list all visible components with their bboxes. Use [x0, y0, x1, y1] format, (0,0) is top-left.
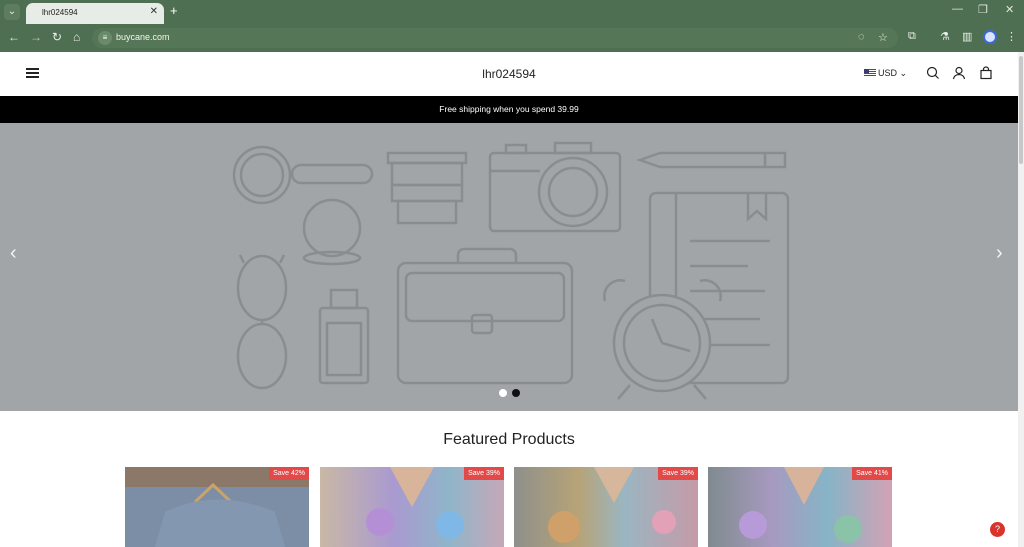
address-bar[interactable]: ≡ buycane.com ◌ ☆ [92, 28, 898, 48]
side-panel-icon[interactable]: ▥ [962, 30, 972, 43]
discount-badge: Save 39% [658, 467, 698, 480]
glasses-icon [236, 254, 288, 390]
cart-bag-icon[interactable] [979, 66, 993, 80]
page-scrollbar[interactable] [1018, 52, 1024, 547]
account-icon[interactable] [952, 66, 966, 80]
bookmark-star-icon[interactable]: ☆ [878, 31, 888, 44]
magnifier-icon [232, 145, 374, 205]
perfume-bottle-icon [318, 288, 370, 385]
new-tab-plus-icon[interactable]: + [170, 3, 178, 18]
discount-badge: Save 39% [464, 467, 504, 480]
flask-icon[interactable]: ⚗ [940, 30, 950, 43]
eye-slash-icon[interactable]: ◌ [858, 31, 865, 43]
home-icon[interactable]: ⌂ [73, 30, 80, 44]
browser-tab[interactable]: lhr024594 ✕ [26, 3, 164, 24]
back-arrow-icon[interactable]: ← [8, 30, 20, 44]
product-card[interactable]: Save 42% [125, 467, 309, 547]
more-menu-icon[interactable]: ⋮ [1006, 30, 1017, 43]
slide-prev-arrow-icon[interactable]: ‹ [10, 243, 17, 263]
hero-illustration [232, 141, 790, 400]
web-page: lhr024594 USD ⌄ Free shipping when you s… [0, 52, 1018, 547]
briefcase-icon [396, 247, 574, 385]
camera-icon [488, 141, 622, 233]
chevron-down-icon: ⌄ [899, 68, 908, 78]
featured-products-title: Featured Products [443, 431, 575, 448]
discount-badge: Save 42% [269, 467, 309, 480]
announcement-bar: Free shipping when you spend 39.99 [0, 96, 1018, 123]
site-info-icon[interactable]: ≡ [98, 31, 112, 45]
tab-close-icon[interactable]: ✕ [150, 6, 158, 17]
search-icon[interactable] [926, 66, 940, 80]
tab-title: lhr024594 [42, 8, 78, 17]
chat-help-icon[interactable]: ? [990, 522, 1005, 537]
product-card[interactable]: Save 41% [708, 467, 892, 547]
currency-selector[interactable]: USD ⌄ [864, 68, 907, 79]
url-text: buycane.com [116, 32, 170, 42]
browser-tab-bar: ⌄ lhr024594 ✕ + — ❐ ✕ [0, 0, 1024, 24]
minimize-icon[interactable]: — [952, 3, 963, 15]
discount-badge: Save 41% [852, 467, 892, 480]
currency-label: USD [878, 68, 898, 78]
product-card[interactable]: Save 39% [514, 467, 698, 547]
alarm-clock-icon [603, 279, 722, 400]
scrollbar-thumb[interactable] [1019, 56, 1023, 164]
slide-dot-1[interactable] [499, 389, 507, 397]
window-close-icon[interactable]: ✕ [1005, 3, 1014, 16]
profile-avatar[interactable] [983, 30, 997, 44]
slide-next-arrow-icon[interactable]: › [996, 243, 1003, 263]
compact-mirror-icon [302, 198, 362, 266]
product-card[interactable]: Save 39% [320, 467, 504, 547]
tab-search-menu-button[interactable]: ⌄ [4, 4, 20, 20]
browser-toolbar: ← → ↻ ⌂ ≡ buycane.com ◌ ☆ ⧉ ⚗ ▥ ⋮ [0, 24, 1024, 52]
extensions-icon[interactable]: ⧉ [908, 30, 916, 43]
forward-arrow-icon[interactable]: → [30, 30, 42, 44]
us-flag-icon [864, 69, 876, 77]
chevron-down-icon: ⌄ [7, 6, 17, 17]
hero-slideshow: ‹ › [0, 123, 1018, 411]
site-header: lhr024594 USD ⌄ [0, 52, 1018, 96]
reload-icon[interactable]: ↻ [52, 30, 62, 44]
camera-lens-icon [386, 151, 468, 225]
slide-dot-2[interactable] [512, 389, 520, 397]
pencil-icon [636, 151, 787, 169]
restore-icon[interactable]: ❐ [978, 3, 988, 16]
